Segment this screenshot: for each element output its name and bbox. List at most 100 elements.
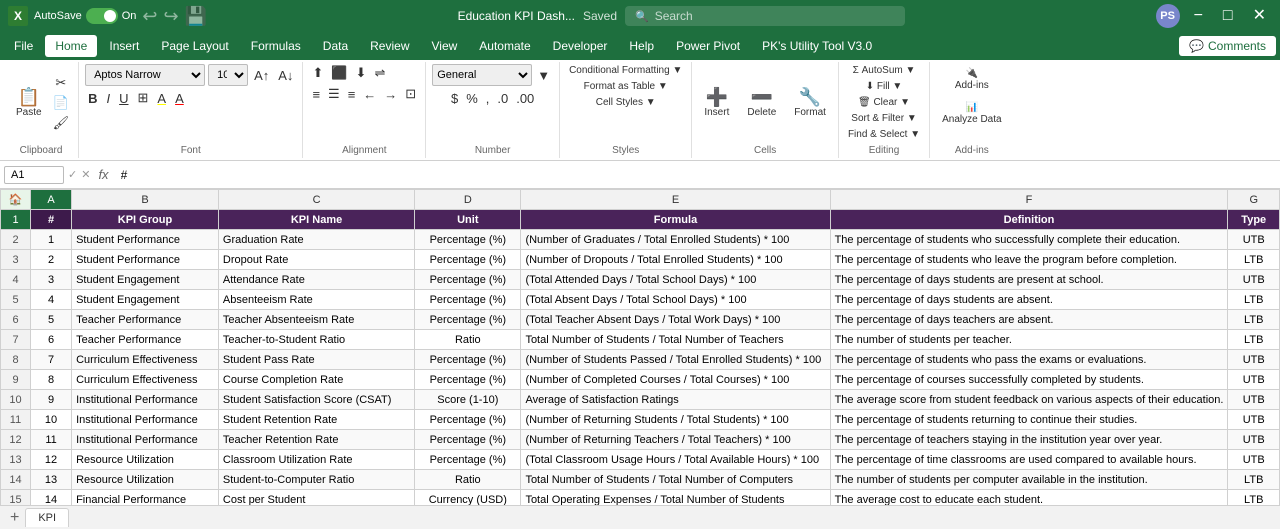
cell-e-4[interactable]: (Total Attended Days / Total School Days… [521, 270, 830, 290]
menu-home[interactable]: Home [45, 35, 97, 57]
cell-b-11[interactable]: Institutional Performance [72, 410, 219, 430]
cell-e-8[interactable]: (Number of Students Passed / Total Enrol… [521, 350, 830, 370]
border-button[interactable]: ⊞ [135, 89, 152, 107]
row-header-5[interactable]: 5 [1, 290, 31, 310]
cell-f-7[interactable]: The number of students per teacher. [830, 330, 1228, 350]
cell-c-12[interactable]: Teacher Retention Rate [218, 430, 414, 450]
cell-g-11[interactable]: UTB [1228, 410, 1280, 430]
menu-review[interactable]: Review [360, 35, 419, 57]
row-header-14[interactable]: 14 [1, 470, 31, 490]
cell-e-5[interactable]: (Total Absent Days / Total School Days) … [521, 290, 830, 310]
format-painter-button[interactable]: 🖌 [50, 114, 73, 132]
increase-decimal-button[interactable]: .00 [513, 90, 537, 107]
col-header-d[interactable]: D [415, 190, 521, 210]
cell-reference-input[interactable] [4, 166, 64, 184]
col-header-g[interactable]: G [1228, 190, 1280, 210]
row-header-13[interactable]: 13 [1, 450, 31, 470]
cell-d-10[interactable]: Score (1-10) [415, 390, 521, 410]
row-header-7[interactable]: 7 [1, 330, 31, 350]
cell-a-15[interactable]: 14 [31, 490, 72, 506]
cell-g-5[interactable]: LTB [1228, 290, 1280, 310]
cell-f-2[interactable]: The percentage of students who successfu… [830, 230, 1228, 250]
cell-f-3[interactable]: The percentage of students who leave the… [830, 250, 1228, 270]
row-header-1[interactable]: 1 [1, 210, 31, 230]
cell-b-8[interactable]: Curriculum Effectiveness [72, 350, 219, 370]
cell-e-10[interactable]: Average of Satisfaction Ratings [521, 390, 830, 410]
cell-a-9[interactable]: 8 [31, 370, 72, 390]
cell-f-8[interactable]: The percentage of students who pass the … [830, 350, 1228, 370]
cell-c-13[interactable]: Classroom Utilization Rate [218, 450, 414, 470]
row-header-3[interactable]: 3 [1, 250, 31, 270]
cell-a-8[interactable]: 7 [31, 350, 72, 370]
col-header-a[interactable]: A [31, 190, 72, 210]
col-header-f[interactable]: F [830, 190, 1228, 210]
cell-d-14[interactable]: Ratio [415, 470, 521, 490]
undo-icon[interactable]: ↩ [142, 6, 157, 27]
menu-help[interactable]: Help [619, 35, 664, 57]
autosum-button[interactable]: Σ AutoSum ▼ [850, 64, 919, 77]
cell-a-5[interactable]: 4 [31, 290, 72, 310]
cell-a-10[interactable]: 9 [31, 390, 72, 410]
decrease-font-button[interactable]: A↓ [275, 67, 296, 84]
row-header-9[interactable]: 9 [1, 370, 31, 390]
cell-b-12[interactable]: Institutional Performance [72, 430, 219, 450]
format-button[interactable]: 🔧 Format [788, 84, 832, 122]
cell-g-2[interactable]: UTB [1228, 230, 1280, 250]
cell-b-10[interactable]: Institutional Performance [72, 390, 219, 410]
cell-b-14[interactable]: Resource Utilization [72, 470, 219, 490]
cell-f-6[interactable]: The percentage of days teachers are abse… [830, 310, 1228, 330]
cell-e-15[interactable]: Total Operating Expenses / Total Number … [521, 490, 830, 506]
header-cell-d[interactable]: Unit [415, 210, 521, 230]
cell-b-6[interactable]: Teacher Performance [72, 310, 219, 330]
close-button[interactable]: ✕ [1247, 8, 1272, 24]
row-header-10[interactable]: 10 [1, 390, 31, 410]
menu-insert[interactable]: Insert [99, 35, 149, 57]
cell-a-3[interactable]: 2 [31, 250, 72, 270]
cell-c-15[interactable]: Cost per Student [218, 490, 414, 506]
fill-color-button[interactable]: A [154, 90, 169, 107]
paste-button[interactable]: 📋 Paste [10, 84, 48, 122]
cell-f-10[interactable]: The average score from student feedback … [830, 390, 1228, 410]
menu-developer[interactable]: Developer [543, 35, 618, 57]
sort-filter-button[interactable]: Sort & Filter ▼ [848, 112, 919, 125]
menu-file[interactable]: File [4, 35, 43, 57]
cell-e-12[interactable]: (Number of Returning Teachers / Total Te… [521, 430, 830, 450]
search-input[interactable] [655, 9, 875, 23]
percent-button[interactable]: % [463, 90, 481, 107]
cell-f-12[interactable]: The percentage of teachers staying in th… [830, 430, 1228, 450]
font-color-button[interactable]: A [172, 90, 187, 107]
row-header-4[interactable]: 4 [1, 270, 31, 290]
cell-e-2[interactable]: (Number of Graduates / Total Enrolled St… [521, 230, 830, 250]
cell-b-5[interactable]: Student Engagement [72, 290, 219, 310]
cell-c-4[interactable]: Attendance Rate [218, 270, 414, 290]
cell-c-8[interactable]: Student Pass Rate [218, 350, 414, 370]
delete-button[interactable]: ➖ Delete [741, 84, 782, 122]
cell-g-12[interactable]: UTB [1228, 430, 1280, 450]
cell-a-12[interactable]: 11 [31, 430, 72, 450]
number-format-expand[interactable]: ▼ [534, 67, 553, 84]
font-name-select[interactable]: Aptos Narrow [85, 64, 205, 86]
col-header-c[interactable]: C [218, 190, 414, 210]
minimize-button[interactable]: − [1188, 8, 1209, 24]
format-as-table-button[interactable]: Format as Table ▼ [581, 80, 671, 93]
cell-e-13[interactable]: (Total Classroom Usage Hours / Total Ava… [521, 450, 830, 470]
find-select-button[interactable]: Find & Select ▼ [845, 128, 923, 141]
comma-button[interactable]: , [483, 90, 493, 107]
cell-e-11[interactable]: (Number of Returning Students / Total St… [521, 410, 830, 430]
menu-pks-utility[interactable]: PK's Utility Tool V3.0 [752, 35, 882, 57]
decrease-decimal-button[interactable]: .0 [494, 90, 511, 107]
row-header-2[interactable]: 2 [1, 230, 31, 250]
copy-button[interactable]: 📄 [50, 94, 73, 112]
align-middle-button[interactable]: ⬛ [328, 64, 350, 82]
cut-button[interactable]: ✂ [50, 74, 73, 92]
number-format-select[interactable]: General [432, 64, 532, 86]
cell-a-6[interactable]: 5 [31, 310, 72, 330]
analyze-data-button[interactable]: 📊 Analyze Data [936, 98, 1007, 129]
cell-d-2[interactable]: Percentage (%) [415, 230, 521, 250]
conditional-formatting-button[interactable]: Conditional Formatting ▼ [566, 64, 685, 77]
cell-g-15[interactable]: LTB [1228, 490, 1280, 506]
row-header-15[interactable]: 15 [1, 490, 31, 506]
fill-button[interactable]: ⬇ Fill ▼ [863, 80, 906, 93]
cell-c-2[interactable]: Graduation Rate [218, 230, 414, 250]
cell-f-4[interactable]: The percentage of days students are pres… [830, 270, 1228, 290]
